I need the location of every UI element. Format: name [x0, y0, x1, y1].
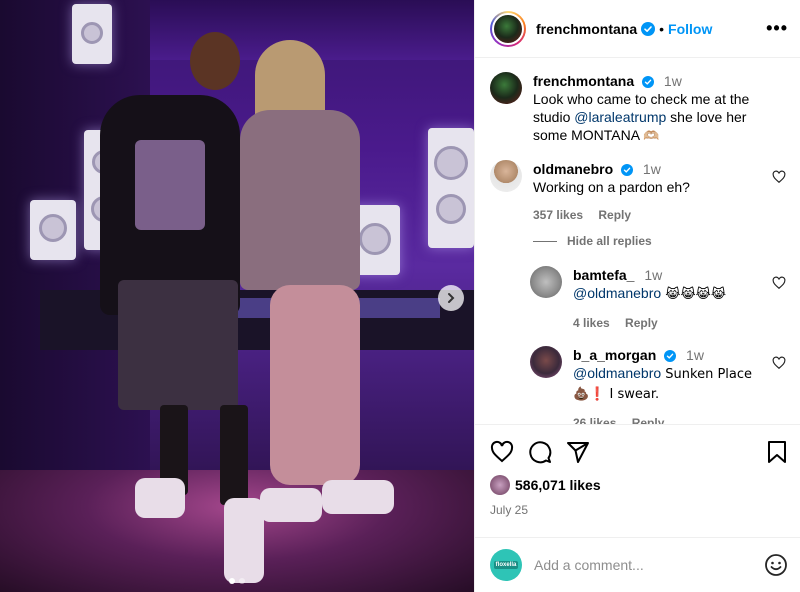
share-icon[interactable]	[566, 440, 590, 464]
comment: oldmanebro 1w Working on a pardon eh? 35…	[490, 160, 786, 224]
caption-time: 1w	[663, 73, 682, 89]
follow-button[interactable]: Follow	[668, 21, 712, 37]
comment-avatar[interactable]	[490, 160, 522, 192]
studio-speaker	[30, 200, 76, 260]
comment-time: 1w	[642, 161, 661, 177]
instagram-post: frenchmontana • Follow ••• frenchmontana…	[0, 0, 800, 592]
reply-button[interactable]: Reply	[625, 316, 658, 330]
reply-mention[interactable]: @oldmanebro	[573, 365, 661, 381]
comment-input[interactable]	[534, 557, 764, 573]
reply-username[interactable]: b_a_morgan	[573, 347, 656, 363]
author-avatar[interactable]	[490, 10, 526, 47]
post-photo[interactable]	[0, 0, 474, 592]
comment-icon[interactable]	[528, 440, 552, 464]
post-header: frenchmontana • Follow •••	[475, 0, 800, 58]
post-date[interactable]: July 25	[490, 503, 788, 517]
author-username[interactable]: frenchmontana	[536, 21, 637, 37]
emoji-smiley-icon[interactable]	[764, 553, 788, 577]
comment-reply-button[interactable]: Reply	[598, 208, 631, 222]
reply-likes[interactable]: 4 likes	[573, 316, 610, 330]
reply-avatar[interactable]	[530, 266, 562, 298]
carousel-dot-active	[229, 578, 235, 584]
reply-avatar[interactable]	[530, 346, 562, 378]
next-slide-button[interactable]	[438, 285, 464, 311]
verified-badge-icon	[664, 350, 677, 363]
likes-count[interactable]: 586,071 likes	[515, 477, 601, 493]
heart-icon[interactable]	[772, 276, 786, 290]
bookmark-icon[interactable]	[766, 440, 788, 464]
heart-icon[interactable]	[772, 356, 786, 370]
carousel-dot	[239, 578, 245, 584]
reply-likes[interactable]: 26 likes	[573, 416, 616, 424]
caption-username[interactable]: frenchmontana	[533, 73, 634, 89]
reply-time: 1w	[686, 347, 704, 363]
hide-replies-button[interactable]: Hide all replies	[533, 234, 786, 248]
current-user-avatar-text: floxella	[493, 561, 519, 569]
comment-likes[interactable]: 357 likes	[533, 208, 583, 222]
separator-dot: •	[659, 20, 665, 37]
caption-mention[interactable]: @laraleatrump	[574, 109, 666, 125]
verified-badge-icon	[621, 164, 634, 177]
comment-username[interactable]: oldmanebro	[533, 161, 613, 177]
studio-speaker	[428, 128, 474, 248]
post-details-panel: frenchmontana • Follow ••• frenchmontana…	[474, 0, 800, 592]
caption: frenchmontana 1w Look who came to check …	[490, 72, 786, 146]
reply: b_a_morgan 1w @oldmanebro Sunken Place 💩…	[530, 346, 786, 424]
hide-replies-label: Hide all replies	[567, 234, 652, 248]
reply: bamtefa_ 1w @oldmanebro 😹😹😹😹 4 likes Rep…	[530, 266, 786, 332]
current-user-avatar: floxella	[490, 549, 522, 581]
studio-speaker	[72, 4, 112, 64]
add-comment-bar: floxella	[475, 537, 800, 592]
caption-avatar[interactable]	[490, 72, 522, 104]
chevron-right-icon	[448, 293, 455, 303]
verified-badge-icon	[641, 21, 656, 36]
more-options-icon[interactable]: •••	[766, 18, 788, 39]
comments-list[interactable]: frenchmontana 1w Look who came to check …	[475, 58, 800, 424]
reply-mention[interactable]: @oldmanebro	[573, 285, 661, 301]
reply-text: 😹😹😹😹	[661, 287, 727, 302]
carousel-indicator	[0, 578, 474, 584]
post-actions: 586,071 likes July 25	[475, 424, 800, 517]
reply-username[interactable]: bamtefa_	[573, 267, 634, 283]
verified-badge-icon	[642, 76, 655, 89]
reply-time: 1w	[644, 267, 663, 283]
heart-icon[interactable]	[772, 170, 786, 184]
heart-icon[interactable]	[490, 440, 514, 464]
caption-emoji: 🫶🏼	[643, 129, 660, 144]
liker-avatar[interactable]	[490, 475, 510, 495]
reply-button[interactable]: Reply	[632, 416, 665, 424]
comment-text: Working on a pardon eh?	[533, 179, 690, 195]
